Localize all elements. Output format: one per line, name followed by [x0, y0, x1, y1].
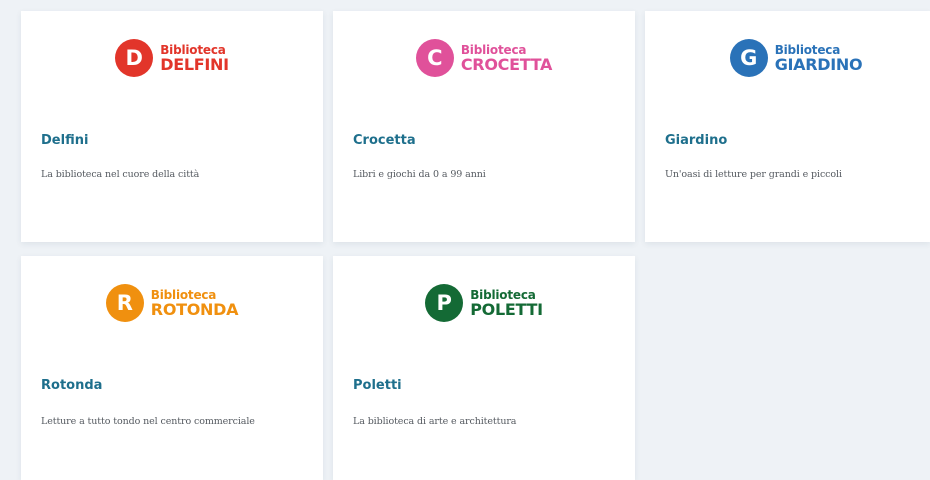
logo-letter-badge: G — [729, 39, 768, 77]
card-description: Libri e giochi da 0 a 99 anni — [353, 169, 486, 180]
library-card-giardino[interactable]: G Biblioteca GIARDINO Giardino Un'oasi d… — [645, 11, 930, 242]
logo-letter-badge: D — [115, 39, 154, 77]
logo-wordmark: Biblioteca — [150, 287, 217, 302]
library-card-delfini[interactable]: D Biblioteca DELFINI Delfini La bibliote… — [21, 11, 323, 242]
library-card-rotonda[interactable]: R Biblioteca ROTONDA Rotonda Letture a t… — [21, 256, 323, 480]
card-title[interactable]: Poletti — [353, 378, 402, 393]
library-logo-giardino: G Biblioteca GIARDINO — [645, 38, 930, 78]
library-card-grid: D Biblioteca DELFINI Delfini La bibliote… — [21, 11, 930, 480]
card-title[interactable]: Delfini — [41, 133, 88, 148]
library-logo-delfini: D Biblioteca DELFINI — [21, 38, 323, 78]
card-title[interactable]: Giardino — [665, 133, 727, 148]
logo-library-name: DELFINI — [160, 54, 229, 74]
logo-letter-badge: R — [105, 284, 144, 322]
logo-wordmark: Biblioteca — [160, 42, 226, 57]
library-card-poletti[interactable]: P Biblioteca POLETTI Poletti La bibliote… — [333, 256, 635, 480]
logo-letter-badge: P — [425, 284, 464, 322]
logo-library-name: GIARDINO — [774, 54, 863, 74]
library-logo-poletti: P Biblioteca POLETTI — [333, 283, 635, 323]
card-title[interactable]: Rotonda — [41, 378, 102, 393]
library-logo-crocetta: C Biblioteca CROCETTA — [333, 38, 635, 78]
card-title[interactable]: Crocetta — [353, 133, 416, 148]
library-card-crocetta[interactable]: C Biblioteca CROCETTA Crocetta Libri e g… — [333, 11, 635, 242]
logo-library-name: CROCETTA — [460, 54, 553, 74]
library-logo-rotonda: R Biblioteca ROTONDA — [21, 283, 323, 323]
logo-wordmark: Biblioteca — [460, 42, 527, 57]
logo-wordmark: Biblioteca — [470, 287, 536, 302]
card-description: Letture a tutto tondo nel centro commerc… — [41, 416, 255, 427]
logo-library-name: ROTONDA — [150, 299, 239, 319]
logo-library-name: POLETTI — [470, 299, 543, 319]
card-description: La biblioteca nel cuore della città — [41, 169, 200, 180]
logo-letter-badge: C — [415, 39, 454, 77]
card-description: La biblioteca di arte e architettura — [353, 416, 517, 427]
logo-wordmark: Biblioteca — [774, 42, 841, 57]
card-description: Un'oasi di letture per grandi e piccoli — [665, 169, 842, 180]
